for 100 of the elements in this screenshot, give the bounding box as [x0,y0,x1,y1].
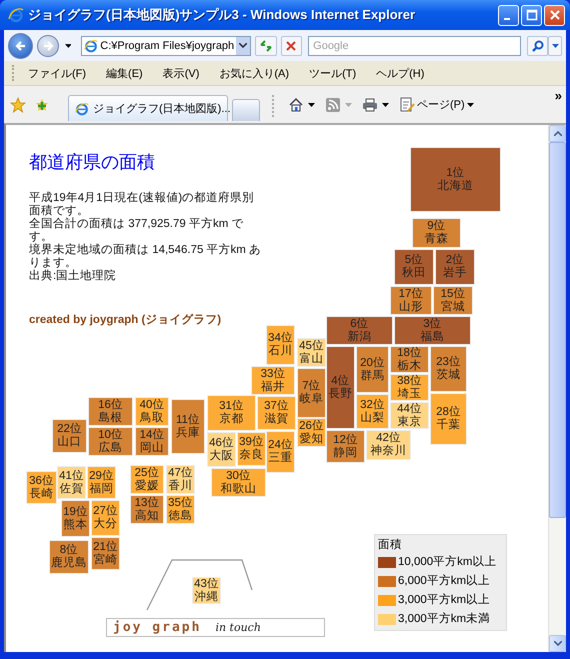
prefecture-tile: 7位 岐阜 [297,368,326,418]
dropdown-arrow-icon[interactable] [64,44,72,48]
document-icon [399,97,415,113]
page-icon [75,102,89,116]
prefecture-tile: 18位 栃木 [390,346,429,373]
maximize-icon [526,9,538,21]
prefecture-tile: 14位 岡山 [135,427,169,456]
maximize-button[interactable] [521,4,542,26]
prefecture-tile: 34位 石川 [266,325,295,365]
prefecture-tile: 19位 熊本 [61,500,90,537]
legend-label: 6,000平方km以上 [398,573,490,589]
prefecture-tile: 35位 徳島 [166,495,195,524]
window-title: ジョイグラフ(日本地図版)サンプル3 - Windows Internet Explorer [28,6,416,24]
close-icon [548,9,560,21]
dropdown-arrow-icon[interactable] [382,103,389,107]
prefecture-tile: 37位 滋賀 [257,396,296,430]
page-heading: 都道府県の面積 [29,151,155,174]
menu-item[interactable]: ツール(T) [309,66,356,80]
address-field[interactable]: C:¥Program Files¥joygraph [81,36,252,56]
legend-label: 3,000平方km未満 [398,611,490,627]
legend-label: 3,000平方km以上 [398,592,490,608]
home-icon[interactable] [288,97,304,113]
add-favorite-icon[interactable] [34,97,50,113]
prefecture-tile: 22位 山口 [52,419,87,453]
search-field[interactable]: Google [308,36,522,56]
browser-logo-icon [8,7,24,23]
prefecture-tile: 13位 高知 [130,495,164,524]
page-menu-button[interactable]: ページ(P) [399,97,480,121]
prefecture-tile: 6位 新潟 [326,316,393,345]
prefecture-tile: 47位 香川 [166,465,195,494]
prefecture-tile: 17位 山形 [390,286,432,315]
scroll-down-icon[interactable] [554,641,562,646]
prefecture-tile: 44位 東京 [390,402,429,429]
prefecture-tile: 31位 京都 [207,395,256,431]
star-icon[interactable] [10,97,26,113]
prefecture-tile: 24位 三重 [266,431,295,473]
prefecture-tile: 41位 佐賀 [57,466,86,499]
prefecture-tile: 43位 沖縄 [192,577,221,604]
legend-title: 面積 [378,538,403,552]
page-icon [84,38,98,52]
prefecture-tile: 30位 和歌山 [211,468,266,497]
search-options-button[interactable] [548,36,562,56]
search-icon [530,38,545,52]
feed-icon[interactable] [325,97,341,113]
logo-banner: joy graph in touch [106,618,325,637]
refresh-icon [259,38,274,52]
prefecture-tile: 16位 島根 [88,397,133,426]
refresh-button[interactable] [255,36,277,56]
prefecture-tile: 28位 千葉 [430,393,467,445]
menu-item[interactable]: 編集(E) [106,66,143,80]
prefecture-tile: 8位 鹿児島 [49,540,89,574]
prefecture-tile: 10位 広島 [88,427,133,456]
print-icon[interactable] [362,97,378,113]
dropdown-arrow-icon[interactable] [308,103,315,107]
dropdown-arrow-icon [466,103,474,107]
minimize-icon [504,18,510,20]
menu-item[interactable]: ファイル(F) [28,66,86,80]
scrollbar[interactable] [548,125,566,652]
chevron-down-icon [239,43,248,48]
menu-item[interactable]: お気に入り(A) [219,66,290,80]
browser-tab[interactable]: ジョイグラフ(日本地図版)... [68,95,228,121]
back-button[interactable] [8,32,34,58]
stop-button[interactable] [280,36,302,56]
description-text: 平成19年4月1日現在(速報値)の都道府県別面積です。 [29,192,256,218]
legend-label: 10,000平方km以上 [398,554,497,570]
prefecture-tile: 1位 北海道 [410,147,501,212]
description-text: 境界未定地域の面積は 14,546.75 平方km あります。 [29,244,262,270]
prefecture-tile: 11位 兵庫 [171,399,205,454]
close-button[interactable] [544,4,565,26]
prefecture-tile: 33位 福井 [251,366,295,395]
prefecture-tile: 29位 福岡 [87,466,116,499]
prefecture-tile: 9位 青森 [412,218,461,248]
prefecture-tile: 3位 福島 [394,316,471,345]
search-button[interactable] [527,36,548,56]
prefecture-tile: 25位 愛媛 [130,465,164,494]
prefecture-tile: 27位 大分 [91,500,120,536]
prefecture-tile: 38位 埼玉 [390,374,429,401]
prefecture-tile: 12位 静岡 [326,430,365,463]
prefecture-tile: 5位 秋田 [394,249,434,285]
prefecture-tile: 4位 長野 [326,346,355,429]
description-text: 全国合計の面積は 377,925.79 平方km です。 [29,218,244,243]
prefecture-tile: 40位 鳥取 [135,397,169,426]
minimize-button[interactable] [498,4,519,26]
menu-item[interactable]: ヘルプ(H) [376,66,424,80]
description-text: 出典:国土地理院 [29,270,118,283]
menu-item[interactable]: 表示(V) [162,66,200,80]
address-dropdown-button[interactable] [236,36,250,54]
scroll-up-icon[interactable] [554,131,562,136]
credit-text: created by joygraph (ジョイグラフ) [29,312,222,327]
prefecture-tile: 15位 宮城 [433,286,473,315]
prefecture-tile: 32位 山梨 [356,394,389,429]
prefecture-tile: 21位 宮崎 [91,537,120,570]
prefecture-tile: 36位 長崎 [26,471,57,504]
prefecture-tile: 42位 神奈川 [366,430,411,460]
prefecture-tile: 23位 茨城 [430,346,467,392]
forward-button[interactable] [37,34,59,56]
more-commands-button[interactable]: » [554,88,566,103]
prefecture-tile: 2位 岩手 [435,249,475,285]
prefecture-tile: 26位 愛知 [297,418,326,447]
prefecture-tile: 45位 富山 [297,338,326,367]
